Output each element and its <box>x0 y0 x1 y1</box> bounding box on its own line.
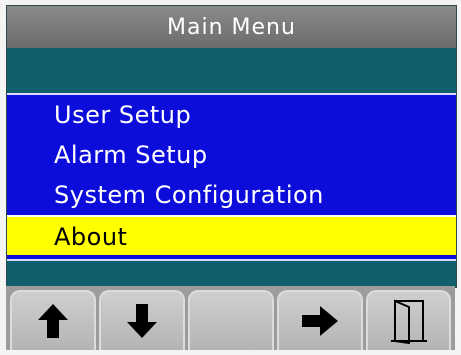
up-softkey[interactable] <box>10 290 96 350</box>
page-title: Main Menu <box>167 14 296 40</box>
menu-item-alarm-setup[interactable]: Alarm Setup <box>7 135 456 175</box>
title-bar: Main Menu <box>7 6 456 48</box>
menu-item-about[interactable]: About <box>7 215 456 255</box>
right-softkey[interactable] <box>277 290 363 350</box>
arrow-up-icon <box>38 304 68 338</box>
menu-item-system-configuration[interactable]: System Configuration <box>7 175 456 215</box>
arrow-down-icon <box>127 304 157 338</box>
device-screen: Main Menu User Setup Alarm Setup System … <box>0 0 461 355</box>
main-menu-list: User Setup Alarm Setup System Configurat… <box>7 93 456 261</box>
exit-door-icon <box>390 299 427 344</box>
blank-softkey[interactable] <box>188 290 274 350</box>
down-softkey[interactable] <box>99 290 185 350</box>
arrow-right-icon <box>302 306 338 336</box>
exit-softkey[interactable] <box>366 290 451 350</box>
lcd-display: Main Menu User Setup Alarm Setup System … <box>6 5 457 288</box>
menu-item-user-setup[interactable]: User Setup <box>7 95 456 135</box>
softkey-bar <box>6 286 455 350</box>
